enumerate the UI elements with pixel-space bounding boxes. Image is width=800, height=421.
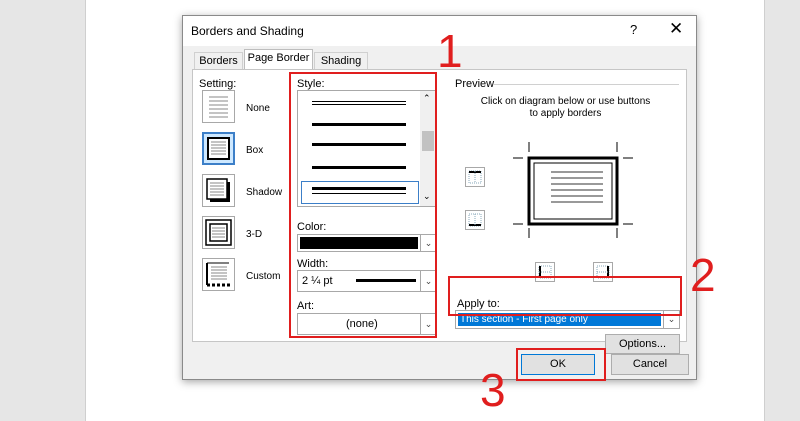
setting-3d-button[interactable] bbox=[202, 216, 235, 249]
highlight-box-2 bbox=[448, 276, 682, 316]
setting-none-button[interactable] bbox=[202, 90, 235, 123]
setting-custom-label: Custom bbox=[246, 271, 281, 282]
setting-none-icon bbox=[209, 96, 228, 118]
setting-3d-icon bbox=[205, 219, 232, 246]
tab-page-border[interactable]: Page Border bbox=[244, 49, 313, 70]
close-icon[interactable]: ✕ bbox=[669, 19, 683, 39]
setting-box-icon bbox=[207, 137, 230, 160]
tab-shading[interactable]: Shading bbox=[314, 52, 368, 69]
setting-custom-icon bbox=[206, 262, 230, 287]
cancel-button[interactable]: Cancel bbox=[611, 354, 689, 375]
preview-hint-2: to apply borders bbox=[529, 108, 602, 119]
annotation-number-1: 1 bbox=[437, 25, 463, 77]
highlight-box-3 bbox=[516, 348, 606, 381]
bottom-border-button[interactable] bbox=[465, 210, 485, 230]
setting-shadow-label: Shadow bbox=[246, 187, 283, 198]
setting-box-button[interactable] bbox=[202, 132, 235, 165]
top-border-icon bbox=[468, 170, 482, 184]
highlight-box-1 bbox=[289, 72, 437, 338]
setting-box-label: Box bbox=[246, 145, 264, 156]
tab-borders[interactable]: Borders bbox=[194, 52, 243, 69]
preview-diagram[interactable] bbox=[513, 142, 633, 242]
bottom-border-icon bbox=[468, 213, 482, 227]
annotation-number-2: 2 bbox=[690, 249, 716, 301]
setting-custom-button[interactable] bbox=[202, 258, 235, 291]
setting-3d-label: 3-D bbox=[246, 229, 263, 240]
help-icon[interactable]: ? bbox=[630, 22, 637, 37]
setting-shadow-icon bbox=[206, 178, 230, 202]
setting-shadow-button[interactable] bbox=[202, 174, 235, 207]
setting-label: Setting: bbox=[199, 78, 237, 90]
top-border-button[interactable] bbox=[465, 167, 485, 187]
options-button[interactable]: Options... bbox=[605, 334, 680, 354]
dialog-title: Borders and Shading bbox=[191, 24, 304, 38]
preview-divider bbox=[493, 84, 679, 85]
setting-none-label: None bbox=[246, 103, 270, 114]
preview-hint-1: Click on diagram below or use buttons bbox=[480, 96, 651, 107]
preview-label: Preview bbox=[455, 78, 495, 90]
annotation-number-3: 3 bbox=[480, 364, 506, 416]
